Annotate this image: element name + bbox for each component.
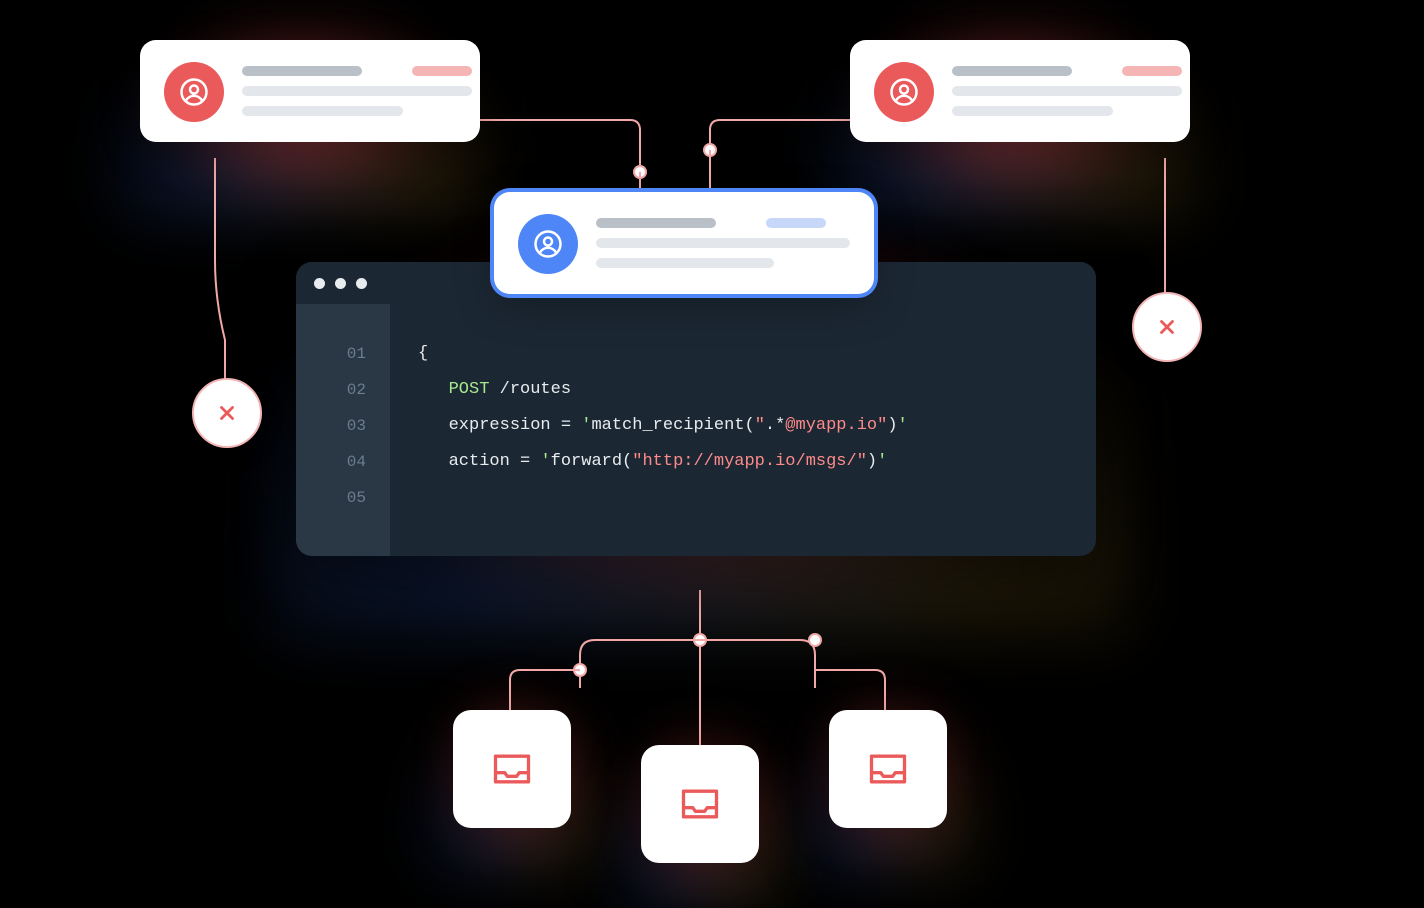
placeholder-bar xyxy=(242,66,362,76)
code-body: 01 02 03 04 05 { POST /routes expression… xyxy=(296,304,1096,556)
placeholder-bar xyxy=(952,86,1182,96)
avatar-icon xyxy=(518,214,578,274)
placeholder-bar xyxy=(412,66,472,76)
avatar-icon xyxy=(164,62,224,122)
code-key: expression xyxy=(449,416,551,435)
line-number: 02 xyxy=(296,372,366,408)
inbox-icon xyxy=(829,710,947,828)
placeholder-bar xyxy=(952,106,1113,116)
code-fn: forward( xyxy=(551,452,633,471)
code-token: { xyxy=(418,344,428,363)
code-regex: .* xyxy=(765,416,785,435)
code-close: ) xyxy=(867,452,877,471)
code-quote: ' xyxy=(898,416,908,435)
code-eq: = xyxy=(510,452,541,471)
code-quote: ' xyxy=(581,416,591,435)
message-card-rejected xyxy=(850,40,1190,142)
code-eq: = xyxy=(551,416,582,435)
code-quote: " xyxy=(877,416,887,435)
close-icon xyxy=(1132,292,1202,362)
placeholder-bar xyxy=(242,106,403,116)
message-lines xyxy=(242,62,472,122)
code-string: http://myapp.io/msgs/ xyxy=(642,452,856,471)
code-quote: " xyxy=(632,452,642,471)
window-dot xyxy=(314,278,325,289)
diagram-stage: 01 02 03 04 05 { POST /routes expression… xyxy=(0,0,1424,908)
code-quote: ' xyxy=(877,452,887,471)
message-lines xyxy=(596,214,850,274)
code-close: ) xyxy=(887,416,897,435)
line-number: 03 xyxy=(296,408,366,444)
line-number: 01 xyxy=(296,336,366,372)
code-method: POST xyxy=(449,380,490,399)
placeholder-bar xyxy=(596,258,774,268)
window-dot xyxy=(356,278,367,289)
inbox-icon xyxy=(453,710,571,828)
placeholder-bar xyxy=(242,86,472,96)
code-key: action xyxy=(449,452,510,471)
placeholder-bar xyxy=(952,66,1072,76)
code-window: 01 02 03 04 05 { POST /routes expression… xyxy=(296,262,1096,556)
window-dot xyxy=(335,278,346,289)
inbox-icon xyxy=(641,745,759,863)
message-card-rejected xyxy=(140,40,480,142)
avatar-icon xyxy=(874,62,934,122)
placeholder-bar xyxy=(596,238,850,248)
message-card-matched xyxy=(494,192,874,294)
code-string: @myapp.io xyxy=(785,416,877,435)
placeholder-bar xyxy=(596,218,716,228)
placeholder-bar xyxy=(766,218,826,228)
close-icon xyxy=(192,378,262,448)
code-quote: " xyxy=(857,452,867,471)
placeholder-bar xyxy=(1122,66,1182,76)
code-quote: " xyxy=(755,416,765,435)
message-lines xyxy=(952,62,1182,122)
line-number: 04 xyxy=(296,444,366,480)
line-number: 05 xyxy=(296,480,366,516)
line-number-gutter: 01 02 03 04 05 xyxy=(296,304,390,556)
code-path: /routes xyxy=(489,380,571,399)
code-content: { POST /routes expression = 'match_recip… xyxy=(390,304,1096,556)
code-quote: ' xyxy=(540,452,550,471)
code-fn: match_recipient( xyxy=(591,416,754,435)
